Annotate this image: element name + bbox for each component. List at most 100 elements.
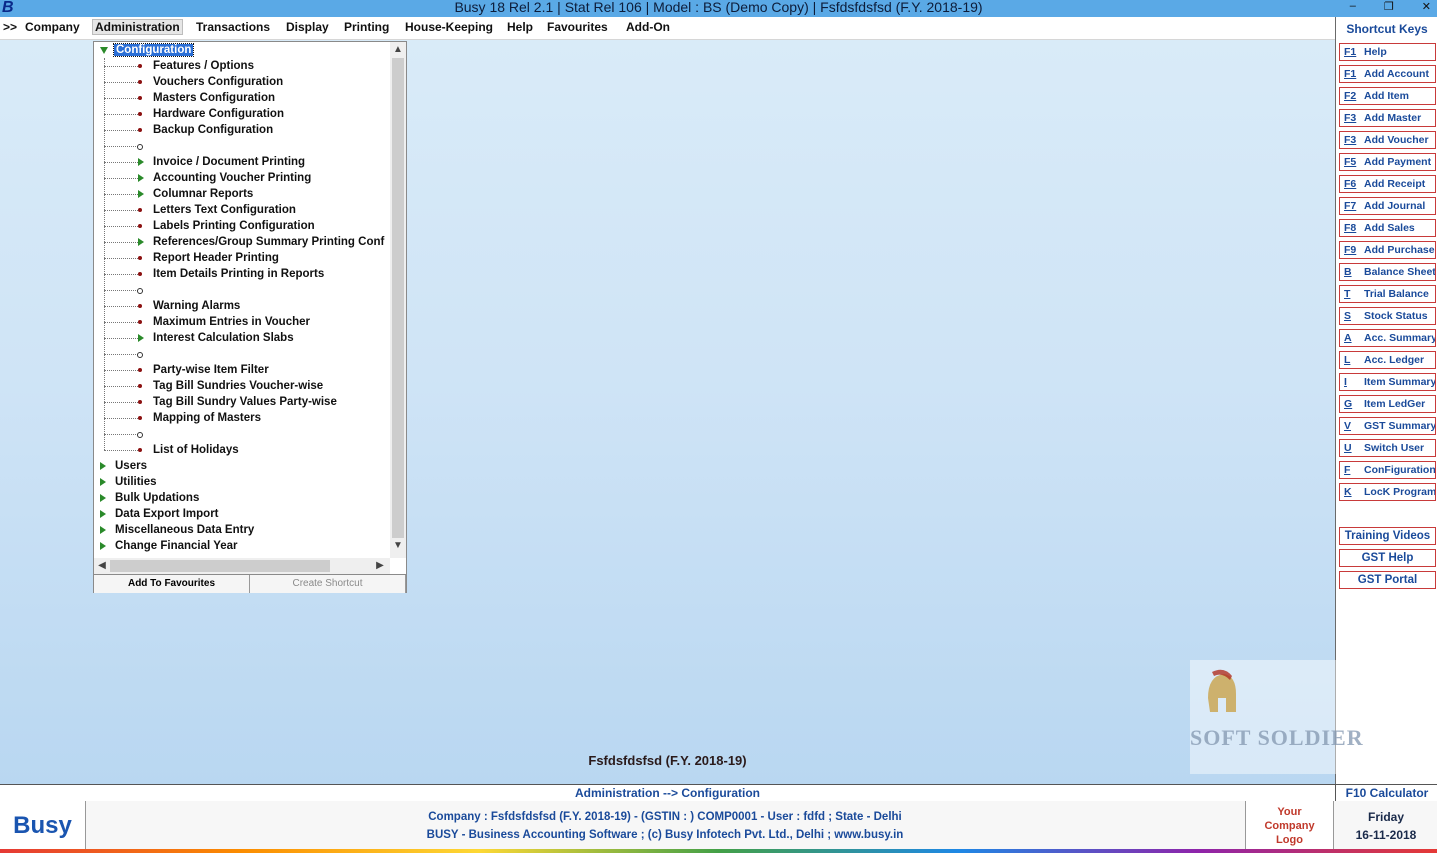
- expand-arrow-icon[interactable]: [138, 174, 144, 182]
- empty-bullet-icon: [137, 352, 143, 358]
- shortcut-key: I: [1344, 376, 1347, 388]
- menu-favourites[interactable]: Favourites: [547, 20, 608, 34]
- shortcut-key: F7: [1344, 200, 1357, 212]
- expand-arrow-icon[interactable]: [100, 526, 106, 534]
- menu-transactions[interactable]: Transactions: [196, 20, 270, 34]
- shortcut-button[interactable]: I Item Summary: [1339, 373, 1436, 391]
- tree-item[interactable]: Letters Text Configuration: [153, 202, 296, 218]
- tree-item[interactable]: Warning Alarms: [153, 298, 240, 314]
- expand-arrow-icon[interactable]: [138, 334, 144, 342]
- shortcut-button[interactable]: F2 Add Item: [1339, 87, 1436, 105]
- expand-arrow-icon[interactable]: [138, 190, 144, 198]
- shortcut-label: LocK Program: [1364, 486, 1436, 498]
- tree-item[interactable]: Tag Bill Sundries Voucher-wise: [153, 378, 323, 394]
- tree-section[interactable]: Users: [115, 458, 147, 474]
- shortcut-button[interactable]: F3 Add Voucher: [1339, 131, 1436, 149]
- create-shortcut-button[interactable]: Create Shortcut: [250, 575, 406, 593]
- close-icon[interactable]: ✕: [1422, 0, 1431, 17]
- scroll-right-icon[interactable]: ▶: [372, 558, 388, 574]
- shortcut-button[interactable]: F9 Add Purchase: [1339, 241, 1436, 259]
- shortcut-button[interactable]: F ConFiguration: [1339, 461, 1436, 479]
- tree-item[interactable]: Mapping of Masters: [153, 410, 261, 426]
- tree-item[interactable]: Vouchers Configuration: [153, 74, 283, 90]
- shortcut-button[interactable]: F1 Add Account: [1339, 65, 1436, 83]
- tree-connector: [104, 418, 138, 419]
- shortcut-button[interactable]: F8 Add Sales: [1339, 219, 1436, 237]
- calculator-shortcut[interactable]: F10 Calculator: [1335, 785, 1437, 801]
- tree-item[interactable]: Masters Configuration: [153, 90, 275, 106]
- tree-item[interactable]: Invoice / Document Printing: [153, 154, 305, 170]
- shortcut-button[interactable]: A Acc. Summary: [1339, 329, 1436, 347]
- shortcut-button[interactable]: V GST Summary: [1339, 417, 1436, 435]
- tree-item[interactable]: Maximum Entries in Voucher: [153, 314, 310, 330]
- tree-section[interactable]: Change Financial Year: [115, 538, 238, 554]
- menu-expand[interactable]: >>: [3, 20, 17, 34]
- tree-connector: [104, 66, 138, 67]
- collapse-icon[interactable]: [100, 47, 108, 54]
- tree-item[interactable]: Report Header Printing: [153, 250, 279, 266]
- menu-display[interactable]: Display: [286, 20, 329, 34]
- tree-item[interactable]: Hardware Configuration: [153, 106, 284, 122]
- vertical-scrollbar[interactable]: ▲ ▼: [390, 42, 406, 558]
- shortcut-button[interactable]: B Balance Sheet: [1339, 263, 1436, 281]
- shortcut-button[interactable]: F1 Help: [1339, 43, 1436, 61]
- link-button[interactable]: GST Portal: [1339, 571, 1436, 589]
- tree-item[interactable]: Backup Configuration: [153, 122, 273, 138]
- minimize-icon[interactable]: –: [1350, 0, 1356, 17]
- shortcut-button[interactable]: T Trial Balance: [1339, 285, 1436, 303]
- menu-house-keeping[interactable]: House-Keeping: [405, 20, 493, 34]
- tree-item[interactable]: Labels Printing Configuration: [153, 218, 315, 234]
- horizontal-scrollbar[interactable]: ◀ ▶: [94, 558, 390, 574]
- scroll-down-icon[interactable]: ▼: [390, 538, 406, 554]
- tree-item[interactable]: List of Holidays: [153, 442, 239, 458]
- shortcut-button[interactable]: S Stock Status: [1339, 307, 1436, 325]
- tree-item[interactable]: Columnar Reports: [153, 186, 253, 202]
- expand-arrow-icon[interactable]: [138, 158, 144, 166]
- link-button[interactable]: GST Help: [1339, 549, 1436, 567]
- scroll-left-icon[interactable]: ◀: [94, 558, 110, 574]
- vertical-scroll-thumb[interactable]: [392, 58, 404, 538]
- tree-item[interactable]: Accounting Voucher Printing: [153, 170, 311, 186]
- expand-arrow-icon[interactable]: [138, 238, 144, 246]
- tree-item[interactable]: Tag Bill Sundry Values Party-wise: [153, 394, 337, 410]
- panel-buttons: Add To Favourites Create Shortcut: [94, 574, 406, 593]
- tree-item[interactable]: References/Group Summary Printing Conf: [153, 234, 384, 250]
- add-to-favourites-button[interactable]: Add To Favourites: [94, 575, 250, 593]
- menu-printing[interactable]: Printing: [344, 20, 389, 34]
- shortcut-key: V: [1344, 420, 1352, 432]
- expand-arrow-icon[interactable]: [100, 478, 106, 486]
- tree-item[interactable]: Party-wise Item Filter: [153, 362, 269, 378]
- expand-arrow-icon[interactable]: [100, 542, 106, 550]
- shortcut-button[interactable]: G Item LedGer: [1339, 395, 1436, 413]
- scroll-up-icon[interactable]: ▲: [390, 42, 406, 58]
- expand-arrow-icon[interactable]: [100, 462, 106, 470]
- tree-view: Configuration Features / Options Vouchers…: [94, 42, 390, 558]
- tree-connector: [104, 402, 138, 403]
- menu-add-on[interactable]: Add-On: [626, 20, 670, 34]
- tree-section[interactable]: Bulk Updations: [115, 490, 199, 506]
- shortcut-button[interactable]: F6 Add Receipt: [1339, 175, 1436, 193]
- tree-item[interactable]: Features / Options: [153, 58, 254, 74]
- link-button[interactable]: Training Videos: [1339, 527, 1436, 545]
- tree-section[interactable]: Utilities: [115, 474, 157, 490]
- expand-arrow-icon[interactable]: [100, 494, 106, 502]
- menu-company[interactable]: Company: [25, 20, 80, 34]
- shortcut-button[interactable]: F3 Add Master: [1339, 109, 1436, 127]
- horizontal-scroll-thumb[interactable]: [110, 560, 330, 572]
- menu-administration[interactable]: Administration: [92, 19, 183, 35]
- shortcut-button[interactable]: K LocK Program: [1339, 483, 1436, 501]
- shortcut-button[interactable]: F7 Add Journal: [1339, 197, 1436, 215]
- tree-item[interactable]: Item Details Printing in Reports: [153, 266, 324, 282]
- shortcut-label: Help: [1364, 46, 1387, 58]
- tree-item[interactable]: Interest Calculation Slabs: [153, 330, 294, 346]
- tree-section[interactable]: Data Export Import: [115, 506, 219, 522]
- menu-help[interactable]: Help: [507, 20, 533, 34]
- shortcut-button[interactable]: U Switch User: [1339, 439, 1436, 457]
- busy-logo: Busy: [0, 801, 86, 849]
- tree-root-configuration[interactable]: Configuration: [112, 42, 195, 58]
- shortcut-button[interactable]: F5 Add Payment: [1339, 153, 1436, 171]
- shortcut-button[interactable]: L Acc. Ledger: [1339, 351, 1436, 369]
- tree-section[interactable]: Miscellaneous Data Entry: [115, 522, 254, 538]
- expand-arrow-icon[interactable]: [100, 510, 106, 518]
- restore-icon[interactable]: ❐: [1384, 0, 1394, 17]
